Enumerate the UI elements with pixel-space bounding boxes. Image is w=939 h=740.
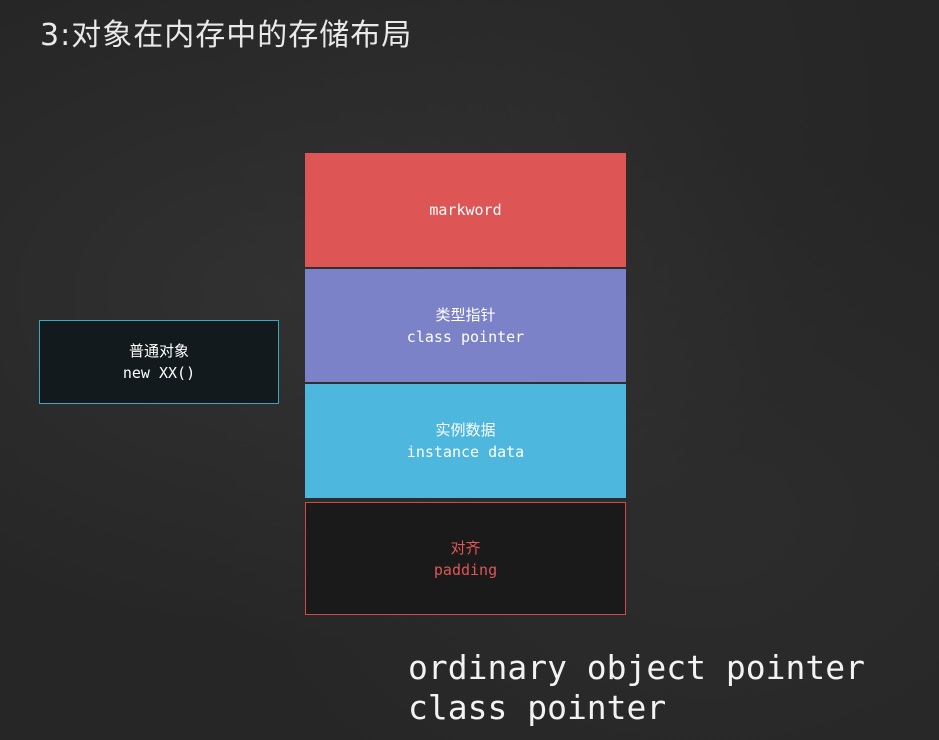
object-label-code: new XX()	[122, 364, 196, 382]
padding-block: 对齐 padding	[305, 502, 626, 615]
handwritten-note: ordinary object pointer class pointer	[408, 648, 865, 728]
note-line-class-pointer: class pointer	[408, 688, 667, 727]
instance-data-block: 实例数据 instance data	[305, 384, 626, 498]
instance-data-label-zh: 实例数据	[435, 421, 496, 439]
class-pointer-label-en: class pointer	[406, 327, 525, 346]
instance-data-label-en: instance data	[406, 443, 525, 461]
ordinary-object-box: 普通对象 new XX()	[39, 320, 279, 404]
class-pointer-block: 类型指针 class pointer	[305, 269, 626, 382]
note-line-oop: ordinary object pointer	[408, 648, 865, 687]
page-title: 3:对象在内存中的存储布局	[40, 18, 413, 53]
padding-label-zh: 对齐	[450, 538, 481, 557]
object-label-zh: 普通对象	[128, 342, 189, 360]
padding-label-en: padding	[433, 560, 498, 579]
markword-label: markword	[429, 201, 502, 219]
markword-block: markword	[305, 153, 626, 267]
class-pointer-label-zh: 类型指针	[435, 305, 496, 324]
